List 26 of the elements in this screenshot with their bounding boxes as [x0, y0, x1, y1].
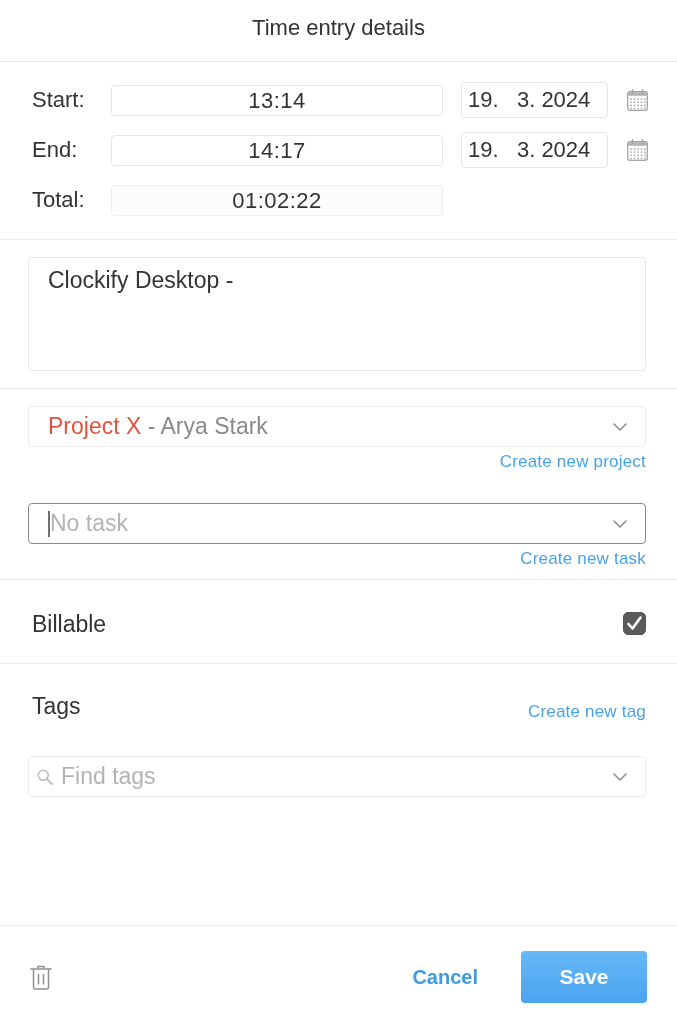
tags-select[interactable]: Find tags: [28, 756, 646, 797]
time-label: End:: [32, 137, 79, 163]
date-field[interactable]: 19. 3. 2024: [461, 132, 608, 168]
time-field[interactable]: 14:17: [111, 134, 443, 166]
chevron-down-icon: [613, 422, 627, 431]
task-select[interactable]: No task: [28, 503, 646, 544]
text-cursor: [48, 510, 50, 537]
total-label: Total:: [32, 187, 86, 213]
chevron-down-icon: [613, 519, 627, 528]
duration-field[interactable]: 01:02:22: [111, 184, 443, 216]
calendar-icon[interactable]: [627, 139, 648, 161]
chevron-down-icon: [613, 772, 627, 781]
date-field[interactable]: 19. 3. 2024: [461, 82, 608, 118]
billable-label: Billable: [32, 610, 107, 637]
search-icon: [37, 768, 53, 785]
tags-label: Tags: [32, 693, 81, 719]
description-field[interactable]: Clockify Desktop -: [28, 257, 646, 371]
checkbox[interactable]: [623, 612, 646, 635]
trash-icon[interactable]: [30, 964, 52, 990]
tags-search-input[interactable]: Find tags: [61, 761, 613, 792]
project-select[interactable]: Project X - Arya Stark: [28, 406, 646, 447]
time-field[interactable]: 13:14: [111, 84, 443, 116]
time-label: Start:: [32, 87, 86, 113]
dialog-title: Time entry details: [252, 14, 425, 41]
task-input[interactable]: No task: [50, 508, 613, 539]
calendar-icon[interactable]: [627, 89, 648, 111]
